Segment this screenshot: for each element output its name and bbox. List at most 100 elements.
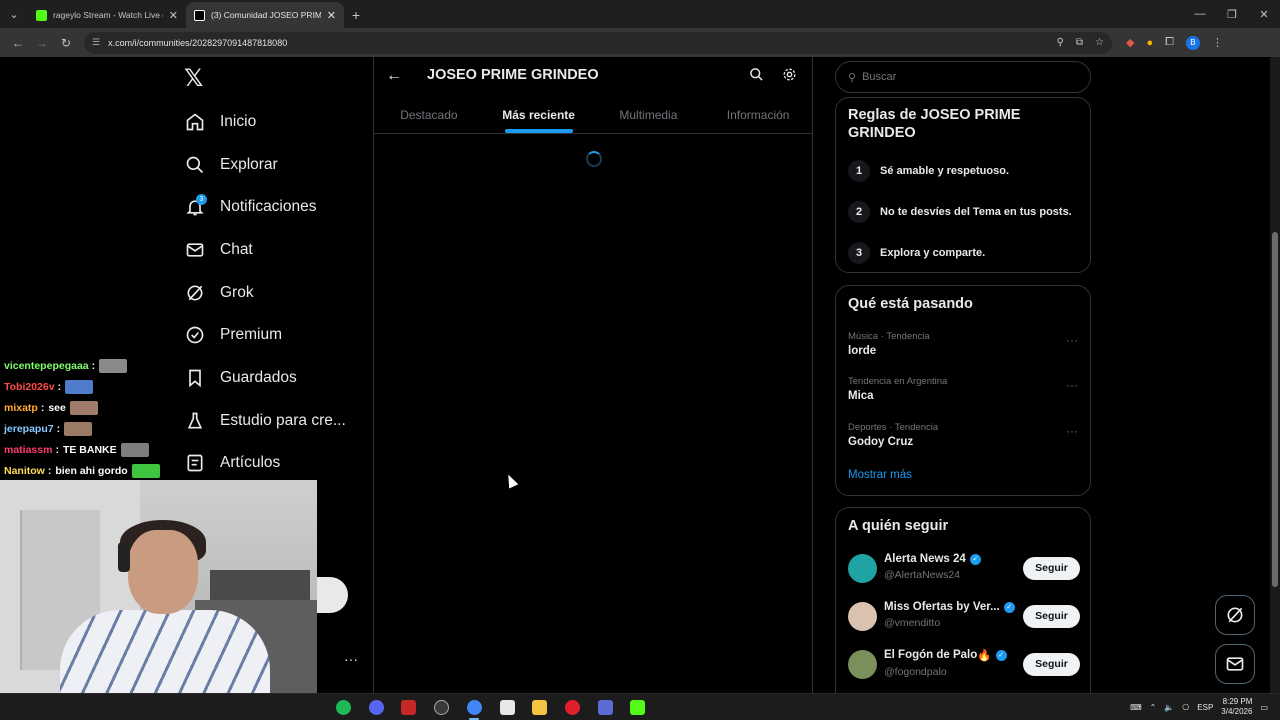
close-tab-icon[interactable]: ✕ <box>327 9 336 22</box>
tab-multimedia[interactable]: Multimedia <box>594 97 704 133</box>
verified-badge-icon: ✓ <box>995 649 1007 661</box>
more-options-icon[interactable]: ··· <box>1066 378 1078 392</box>
more-options-icon[interactable]: ··· <box>1066 333 1078 347</box>
close-tab-icon[interactable]: ✕ <box>169 9 178 22</box>
user-handle: @vmenditto <box>884 617 941 629</box>
trend-item[interactable]: Deportes · Tendencia Godoy Cruz ··· <box>848 422 1078 448</box>
bookmark-star-icon[interactable]: ☆ <box>1095 37 1104 48</box>
nav-item-notificaciones[interactable]: 3 Notificaciones <box>184 192 317 222</box>
chrome-icon[interactable] <box>467 700 482 715</box>
show-more-link[interactable]: Mostrar más <box>848 469 912 481</box>
avatar[interactable] <box>848 601 877 631</box>
extension-icon[interactable]: ◆ <box>1126 36 1134 49</box>
chat-username: jerepapu7 <box>4 422 54 435</box>
site-info-icon[interactable]: ☰ <box>92 37 100 48</box>
install-app-icon[interactable]: ⧉ <box>1076 37 1083 48</box>
back-button[interactable]: ← <box>6 31 30 55</box>
app-icon[interactable] <box>598 700 613 715</box>
search-input[interactable]: ⚲ Buscar <box>835 61 1091 93</box>
chat-message: Tobi2026v: <box>0 376 170 397</box>
keyboard-icon[interactable]: ⌨ <box>1130 703 1142 712</box>
new-tab-button[interactable]: + <box>344 2 368 28</box>
trend-category: Música · Tendencia <box>848 331 930 342</box>
network-icon[interactable]: ⎔ <box>1182 703 1189 712</box>
extension-icon[interactable]: ● <box>1146 37 1153 49</box>
language-indicator[interactable]: ESP <box>1197 703 1213 712</box>
nav-item-chat[interactable]: Chat <box>184 235 253 265</box>
speaker-icon[interactable]: 🔈 <box>1164 703 1174 712</box>
back-arrow-icon[interactable]: ← <box>386 67 402 85</box>
address-bar[interactable]: ☰ x.com/i/communities/202829709148781808… <box>84 31 1112 54</box>
nav-item-premium[interactable]: Premium <box>184 320 282 350</box>
nav-label: Notificaciones <box>220 198 317 215</box>
who-to-follow-card: A quién seguir Alerta News 24 ✓ @AlertaNe… <box>835 507 1091 693</box>
search-icon[interactable] <box>749 67 764 87</box>
obs-icon[interactable] <box>434 700 449 715</box>
chat-message: jerepapu7: <box>0 418 170 439</box>
kick-icon[interactable] <box>630 700 645 715</box>
discord-icon[interactable] <box>369 700 384 715</box>
verified-badge-icon: ✓ <box>1003 601 1015 613</box>
nav-item-explorar[interactable]: Explorar <box>184 150 278 180</box>
follow-button[interactable]: Seguir <box>1023 556 1080 580</box>
x-logo-icon[interactable]: 𝕏 <box>184 67 208 91</box>
account-more-icon[interactable]: ··· <box>344 651 358 667</box>
extensions-puzzle-icon[interactable]: ⧠ <box>1165 36 1174 49</box>
grok-floating-button[interactable] <box>1215 595 1255 635</box>
creator-studio-icon <box>184 410 206 432</box>
forward-button[interactable]: → <box>30 31 54 55</box>
nav-item-grok[interactable]: Grok <box>184 278 254 308</box>
trend-name: Godoy Cruz <box>848 436 914 448</box>
follow-suggestion[interactable]: Miss Ofertas by Ver... ✓ @vmenditto Segui… <box>848 600 1080 632</box>
trend-item[interactable]: Música · Tendencia lorde ··· <box>848 331 1078 357</box>
app-icon[interactable] <box>500 700 515 715</box>
trend-category: Deportes · Tendencia <box>848 422 939 433</box>
tab-mas-reciente[interactable]: Más reciente <box>484 97 594 133</box>
browser-tab-active[interactable]: (3) Comunidad JOSEO PRIME G ✕ <box>186 2 344 28</box>
scrollbar-thumb[interactable] <box>1272 232 1278 587</box>
minimize-icon[interactable]: — <box>1184 0 1216 28</box>
tab-destacado[interactable]: Destacado <box>374 97 484 133</box>
notification-center-icon[interactable]: ▭ <box>1260 703 1268 712</box>
post-button[interactable] <box>317 577 348 613</box>
zoom-icon[interactable]: ⚲ <box>1057 37 1064 48</box>
follow-suggestion[interactable]: Alerta News 24 ✓ @AlertaNews24 Seguir <box>848 552 1080 584</box>
nav-item-articulos[interactable]: Artículos <box>184 448 280 478</box>
browser-tab[interactable]: rageylo Stream - Watch Live on ✕ <box>28 2 186 28</box>
file-explorer-icon[interactable] <box>532 700 547 715</box>
app-icon[interactable] <box>401 700 416 715</box>
articles-icon <box>184 452 206 474</box>
follow-button[interactable]: Seguir <box>1023 604 1080 628</box>
nav-label: Premium <box>220 326 283 343</box>
nav-item-guardados[interactable]: Guardados <box>184 363 297 393</box>
clock[interactable]: 8:29 PM 3/4/2026 <box>1221 697 1252 717</box>
chat-message: mixatp: see <box>0 397 170 418</box>
follow-button[interactable]: Seguir <box>1023 652 1080 676</box>
opera-icon[interactable] <box>565 700 580 715</box>
tab-informacion[interactable]: Información <box>703 97 813 133</box>
rule-text: No te desvíes del Tema en tus posts. <box>880 206 1072 218</box>
gear-icon[interactable] <box>782 67 797 87</box>
premium-icon <box>184 324 206 346</box>
spotify-icon[interactable] <box>336 700 351 715</box>
tab-search-button[interactable]: ⌄ <box>0 0 28 28</box>
page-scrollbar[interactable] <box>1270 57 1280 693</box>
trend-item[interactable]: Tendencia en Argentina Mica ··· <box>848 376 1078 402</box>
messages-floating-button[interactable] <box>1215 644 1255 684</box>
reload-button[interactable]: ↻ <box>54 31 78 55</box>
chat-username: Tobi2026v <box>4 380 55 393</box>
follow-title: A quién seguir <box>848 518 949 534</box>
avatar[interactable] <box>848 649 877 679</box>
close-window-icon[interactable]: ✕ <box>1248 0 1280 28</box>
profile-avatar[interactable]: B <box>1185 35 1200 50</box>
more-options-icon[interactable]: ··· <box>1066 424 1078 438</box>
follow-suggestion[interactable]: El Fogón de Palo 🔥 ✓ @fogondpalo Seguir <box>848 648 1080 680</box>
nav-item-inicio[interactable]: Inicio <box>184 107 256 137</box>
home-icon <box>184 111 206 133</box>
restore-icon[interactable]: ❐ <box>1216 0 1248 28</box>
chevron-up-icon[interactable]: ⌃ <box>1150 703 1157 712</box>
avatar[interactable] <box>848 553 877 583</box>
browser-menu-icon[interactable]: ⋮ <box>1212 36 1223 49</box>
url-text: x.com/i/communities/2028297091487818080 <box>108 37 288 48</box>
nav-item-estudio[interactable]: Estudio para cre... <box>184 406 346 436</box>
